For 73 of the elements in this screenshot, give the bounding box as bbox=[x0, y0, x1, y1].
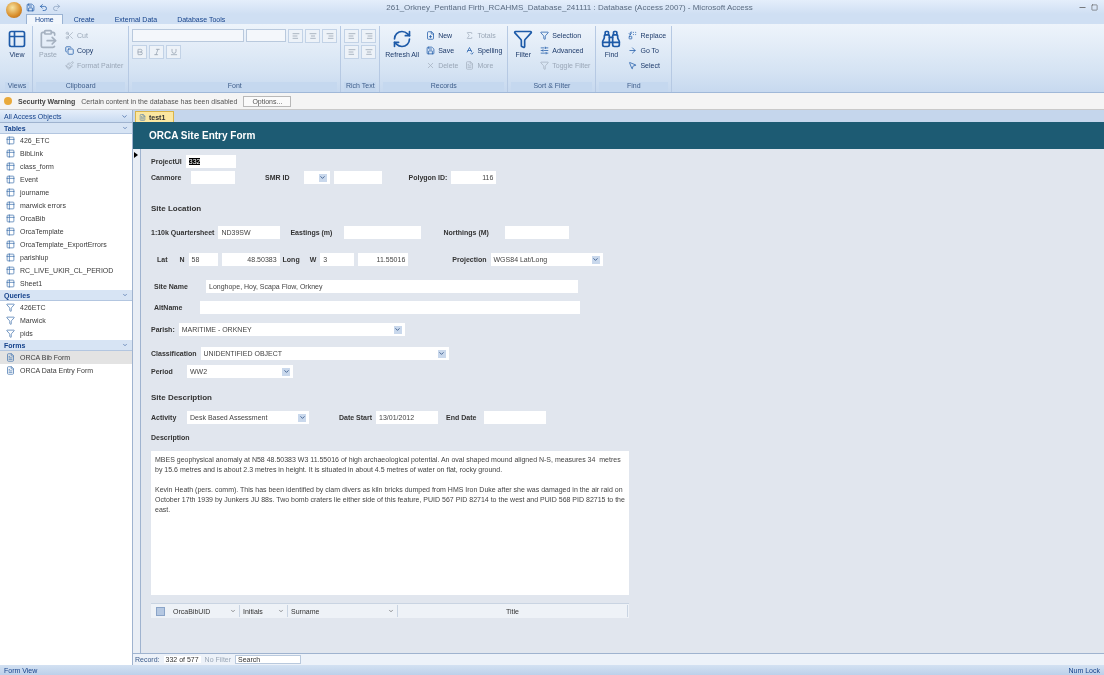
form-icon bbox=[6, 353, 15, 362]
table-icon bbox=[6, 136, 15, 145]
spelling-icon bbox=[465, 46, 475, 55]
clipboard-icon bbox=[38, 29, 58, 49]
delete-icon bbox=[426, 61, 436, 70]
table-corner-icon[interactable] bbox=[156, 606, 165, 616]
font-size-combo[interactable] bbox=[246, 29, 287, 42]
dropdown-arrow-icon[interactable] bbox=[282, 367, 290, 376]
chevron-down-icon[interactable] bbox=[122, 342, 128, 348]
table-icon bbox=[6, 149, 15, 158]
arrow-right-icon bbox=[628, 46, 638, 55]
shield-icon bbox=[4, 97, 12, 105]
smr-id-field[interactable] bbox=[333, 171, 382, 184]
canmore-field[interactable] bbox=[191, 171, 235, 184]
dropdown-arrow-icon[interactable] bbox=[393, 325, 402, 334]
table-icon bbox=[6, 214, 15, 223]
copy-icon bbox=[65, 46, 74, 55]
end-date-field[interactable] bbox=[484, 411, 547, 424]
smr-id-combo[interactable] bbox=[303, 171, 330, 184]
dropdown-arrow-icon[interactable] bbox=[437, 349, 446, 358]
window-title: 261_Orkney_Pentland Firth_RCAHMS_Database_241111 : Database (Access 2007) - Microsoft Access bbox=[385, 2, 754, 12]
query-icon bbox=[6, 303, 15, 312]
table-icon bbox=[6, 279, 15, 288]
table-icon bbox=[6, 188, 15, 197]
alt-name-field[interactable] bbox=[200, 301, 580, 314]
paintbrush-icon bbox=[65, 61, 74, 70]
sigma-icon bbox=[465, 31, 475, 40]
eastings-field[interactable] bbox=[344, 226, 422, 239]
table-icon bbox=[6, 227, 15, 236]
northings-field[interactable] bbox=[504, 226, 569, 239]
underline-icon[interactable] bbox=[166, 45, 182, 59]
record-selector[interactable] bbox=[133, 149, 141, 653]
selection-filter-icon bbox=[540, 31, 550, 40]
form-header: ORCA Site Entry Form bbox=[133, 122, 1104, 149]
advanced-filter-icon bbox=[540, 46, 550, 55]
refresh-icon bbox=[392, 29, 413, 49]
form-icon bbox=[6, 366, 15, 375]
table-icon bbox=[7, 29, 27, 49]
align-center-icon[interactable] bbox=[305, 29, 321, 43]
table-icon bbox=[6, 162, 15, 171]
office-button[interactable] bbox=[6, 2, 22, 18]
scissors-icon bbox=[65, 31, 74, 40]
italic-icon[interactable] bbox=[149, 45, 165, 59]
pointer-icon bbox=[628, 61, 638, 70]
save-icon bbox=[426, 46, 436, 55]
new-record-icon bbox=[426, 31, 436, 40]
dropdown-arrow-icon[interactable] bbox=[591, 255, 600, 264]
form-icon bbox=[139, 113, 146, 121]
save-icon bbox=[26, 2, 35, 12]
table-icon bbox=[6, 253, 15, 262]
toggle-filter-icon bbox=[540, 61, 550, 70]
current-record-icon bbox=[134, 152, 138, 158]
font-name-combo[interactable] bbox=[132, 29, 245, 42]
replace-icon bbox=[628, 31, 638, 40]
align-left-icon[interactable] bbox=[288, 29, 304, 43]
undo-icon bbox=[39, 2, 48, 12]
table-icon bbox=[6, 266, 15, 275]
align-right-icon[interactable] bbox=[322, 29, 338, 43]
filter-icon bbox=[513, 29, 534, 49]
bold-icon[interactable] bbox=[132, 45, 148, 59]
chevron-down-icon[interactable] bbox=[122, 292, 128, 298]
table-icon bbox=[6, 240, 15, 249]
restore-icon bbox=[1091, 3, 1098, 11]
redo-icon bbox=[52, 2, 61, 12]
query-icon bbox=[6, 316, 15, 325]
table-icon bbox=[6, 201, 15, 210]
binoculars-icon bbox=[601, 29, 622, 49]
dropdown-arrow-icon[interactable] bbox=[298, 413, 306, 422]
section-heading: Site Description bbox=[151, 393, 212, 402]
query-icon bbox=[6, 329, 15, 338]
table-icon bbox=[6, 175, 15, 184]
dropdown-arrow-icon[interactable] bbox=[318, 173, 327, 182]
section-heading: Site Location bbox=[151, 204, 202, 213]
